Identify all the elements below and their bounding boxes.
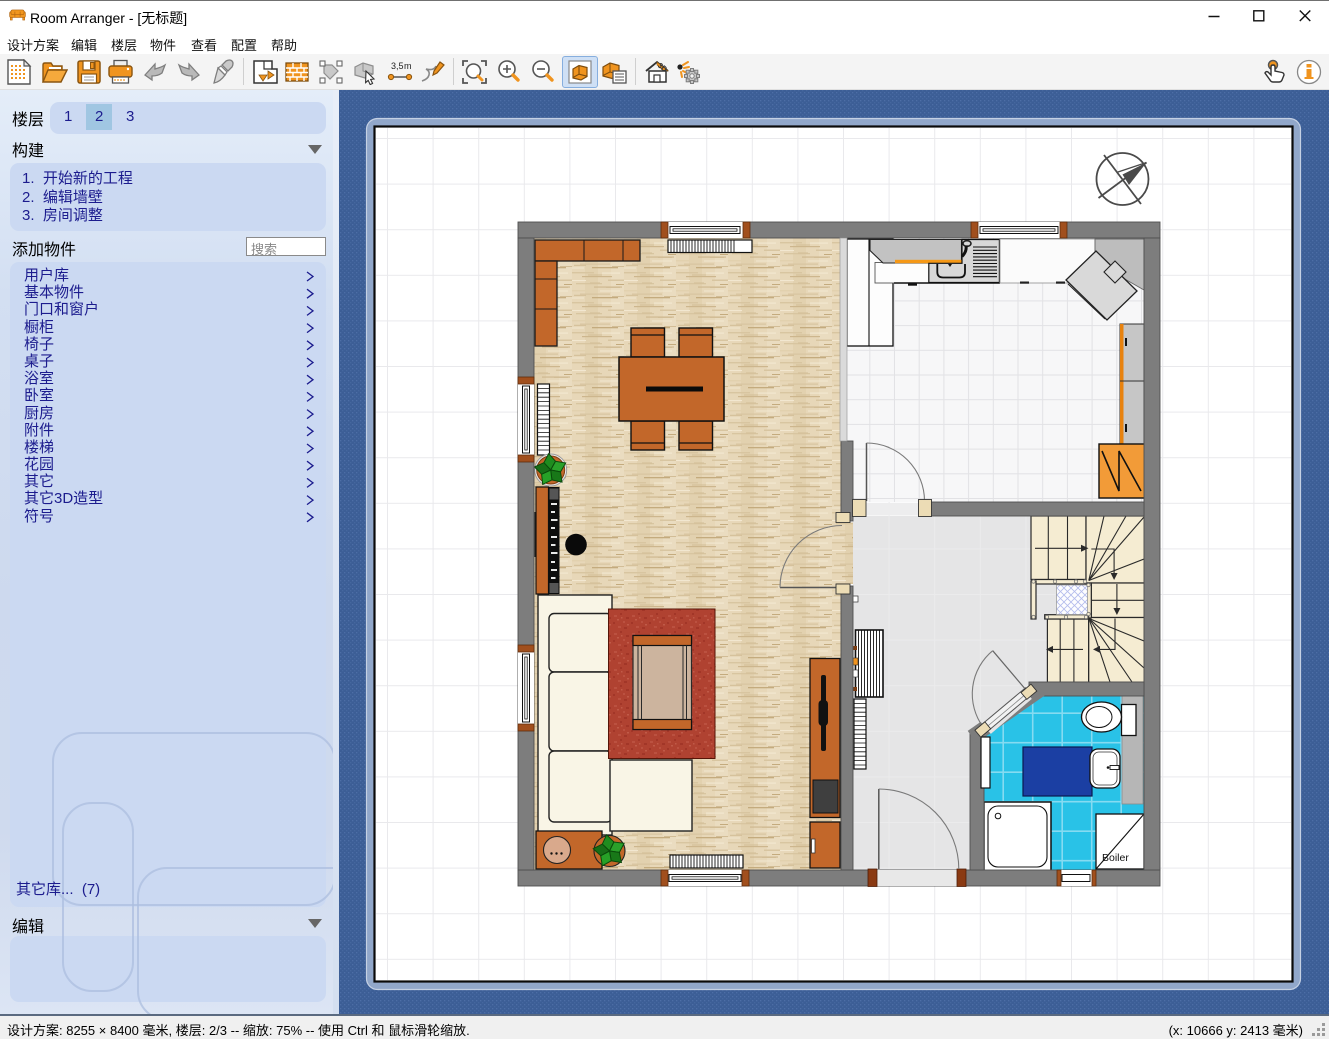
svg-text:Boiler: Boiler — [1102, 852, 1129, 864]
svg-text:m: m — [404, 61, 412, 71]
svg-text:3,5: 3,5 — [391, 61, 404, 71]
